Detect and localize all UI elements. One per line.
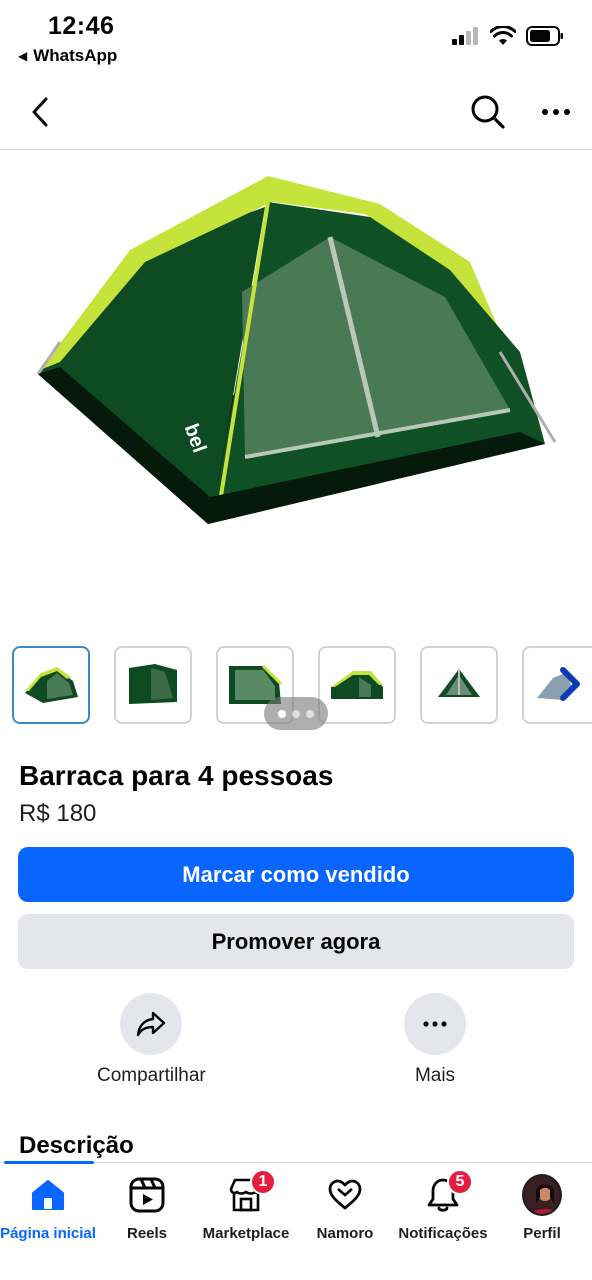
pager-dot <box>292 709 300 718</box>
home-icon <box>32 1180 64 1210</box>
tab-notifications[interactable]: 5 Notificações <box>393 1169 493 1242</box>
reels-icon <box>129 1177 165 1213</box>
back-to-app-link[interactable]: ◀ WhatsApp <box>18 46 117 66</box>
tent-thumbnail-image <box>129 664 177 704</box>
mark-as-sold-button[interactable]: Marcar como vendido <box>18 847 574 902</box>
status-time: 12:46 <box>48 12 115 40</box>
top-nav-bar <box>0 78 592 150</box>
share-action[interactable]: Compartilhar <box>97 993 206 1087</box>
tab-marketplace[interactable]: 1 Marketplace <box>196 1169 296 1242</box>
description-heading: Descrição <box>19 1132 134 1159</box>
share-circle[interactable] <box>120 993 183 1055</box>
tab-profile-label: Perfil <box>523 1225 561 1242</box>
thumbnail-6[interactable] <box>522 646 592 724</box>
tab-home[interactable]: Página inicial <box>0 1175 98 1242</box>
thumbnail-5[interactable] <box>420 646 498 724</box>
search-button[interactable] <box>466 90 510 134</box>
share-label: Compartilhar <box>97 1065 206 1086</box>
more-horizontal-icon <box>542 109 570 115</box>
tent-image <box>36 176 557 524</box>
more-options-button[interactable] <box>534 90 578 134</box>
wifi-icon <box>490 26 516 45</box>
back-button[interactable] <box>20 92 60 132</box>
product-main-image[interactable]: bel <box>0 152 592 622</box>
thumbnail-2[interactable] <box>114 646 192 724</box>
tent-thumbnail-image <box>25 667 78 703</box>
marketplace-badge: 1 <box>250 1169 276 1195</box>
back-triangle-icon: ◀ <box>18 49 28 63</box>
battery-icon <box>526 26 563 46</box>
thumbnail-1[interactable] <box>12 646 90 724</box>
status-bar: 12:46 ◀ WhatsApp <box>0 0 592 72</box>
pager-dot <box>306 709 314 718</box>
tab-dating-label: Namoro <box>316 1225 374 1242</box>
tent-thumbnail-image <box>438 669 480 697</box>
image-pager-dots[interactable] <box>264 697 328 730</box>
status-icons <box>452 26 564 46</box>
notifications-badge: 5 <box>447 1169 473 1195</box>
heart-icon <box>328 1179 362 1210</box>
pager-dot-active <box>278 709 286 718</box>
more-label: Mais <box>414 1065 456 1086</box>
share-icon <box>137 1011 166 1037</box>
more-horizontal-icon <box>423 1021 447 1027</box>
bottom-tab-bar: Página inicial Reels 1 Marketplace Namor… <box>0 1161 592 1280</box>
tab-reels[interactable]: Reels <box>97 1175 197 1242</box>
search-icon <box>471 95 505 129</box>
back-app-label: WhatsApp <box>33 46 118 65</box>
tent-thumbnail-image <box>331 671 383 699</box>
product-price: R$ 180 <box>19 800 97 827</box>
active-tab-indicator <box>4 1161 94 1164</box>
more-action[interactable]: Mais <box>404 993 466 1087</box>
avatar <box>522 1174 562 1216</box>
tab-notifications-label: Notificações <box>398 1225 488 1242</box>
tab-dating[interactable]: Namoro <box>295 1175 395 1242</box>
product-title: Barraca para 4 pessoas <box>19 760 334 791</box>
tent-thumbnail-image <box>537 667 580 701</box>
more-circle[interactable] <box>404 993 466 1055</box>
promote-now-button[interactable]: Promover agora <box>18 914 574 969</box>
thumbnail-4[interactable] <box>318 646 396 724</box>
cellular-signal-icon <box>452 27 478 45</box>
tab-reels-label: Reels <box>126 1225 168 1242</box>
tab-marketplace-label: Marketplace <box>202 1225 290 1242</box>
tab-profile[interactable]: Perfil <box>492 1174 592 1242</box>
chevron-left-icon <box>32 97 48 127</box>
tab-home-label: Página inicial <box>0 1225 96 1242</box>
